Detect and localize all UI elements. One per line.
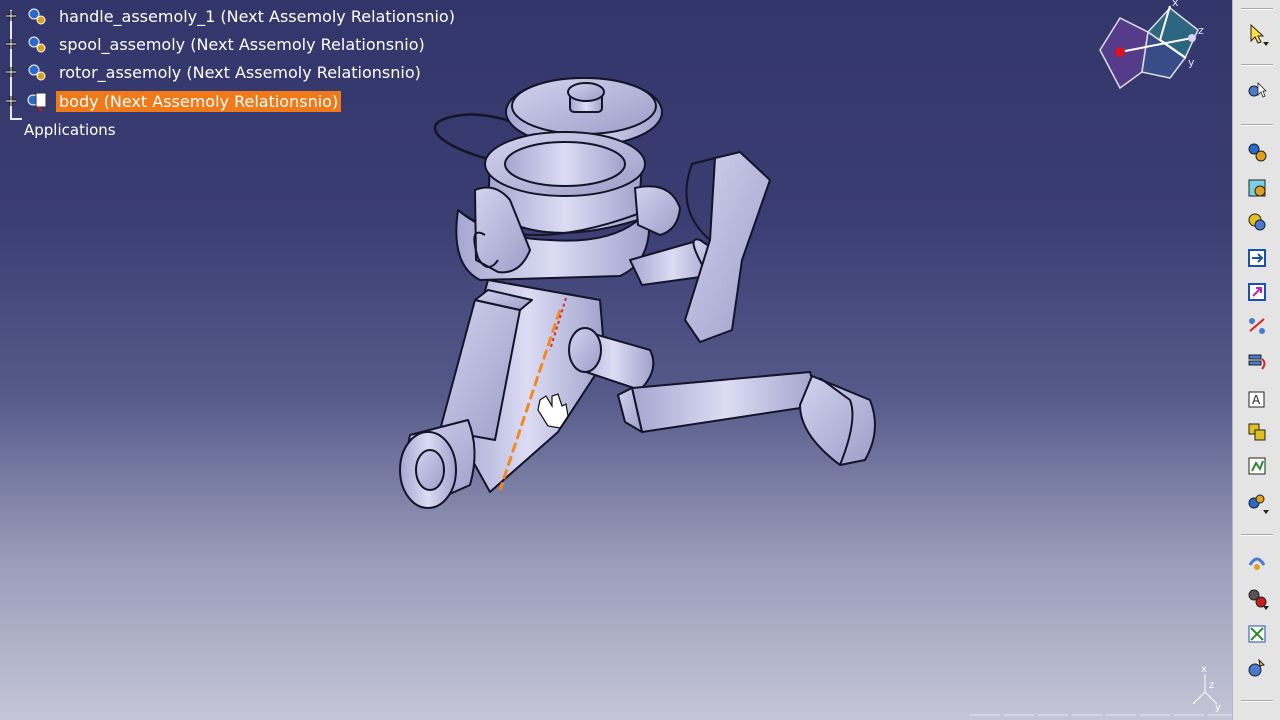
selective-load-icon[interactable] bbox=[1243, 348, 1271, 376]
tree-item-label: rotor_assemoly (Next Assemoly Relationsn… bbox=[59, 63, 421, 82]
tree-branch-line bbox=[10, 118, 22, 120]
tree-item-label: body (Next Assemoly Relationsnio) bbox=[56, 91, 342, 112]
svg-text:z: z bbox=[1209, 680, 1214, 691]
fishing-reel-model[interactable] bbox=[380, 60, 900, 530]
part-document-icon bbox=[27, 92, 47, 112]
generate-numbering-icon[interactable] bbox=[1243, 312, 1271, 340]
right-toolbar: A bbox=[1232, 0, 1280, 720]
stop-manipulate-on-clash-icon[interactable] bbox=[1243, 620, 1271, 648]
explode-icon[interactable] bbox=[1243, 584, 1271, 612]
select-arrow-icon[interactable] bbox=[1243, 20, 1271, 48]
graph-tree-reordering-icon[interactable] bbox=[1243, 278, 1271, 306]
toolbar-separator bbox=[1241, 64, 1273, 66]
toolbar-separator bbox=[1241, 8, 1273, 10]
manipulation-icon[interactable] bbox=[1243, 488, 1271, 516]
product-gear-icon bbox=[28, 36, 46, 53]
compass-icon[interactable]: x y z bbox=[1090, 0, 1220, 100]
tree-item-label: handle_assemoly_1 (Next Assemoly Relatio… bbox=[59, 7, 455, 26]
toolbar-separator bbox=[1241, 124, 1273, 126]
toolbar-separator bbox=[1241, 700, 1273, 702]
3d-viewport[interactable]: handle_assemoly_1 (Next Assemoly Relatio… bbox=[0, 0, 1232, 720]
fast-multi-instantiation-icon[interactable] bbox=[1243, 452, 1271, 480]
fly-mode-icon[interactable] bbox=[1243, 76, 1271, 104]
existing-component-positioning-icon[interactable] bbox=[1243, 208, 1271, 236]
update-icon[interactable] bbox=[1243, 654, 1271, 682]
snap-icon[interactable] bbox=[1243, 548, 1271, 576]
product-gear-icon bbox=[28, 8, 46, 25]
svg-text:x: x bbox=[1172, 0, 1179, 9]
expand-plus-icon[interactable] bbox=[4, 9, 18, 23]
tree-item-label: spool_assemoly (Next Assemoly Relationsn… bbox=[59, 35, 425, 54]
expand-plus-icon[interactable] bbox=[4, 94, 18, 108]
multi-instantiation-icon[interactable] bbox=[1243, 418, 1271, 446]
manage-representations-icon[interactable]: A bbox=[1243, 384, 1271, 412]
toolbar-separator bbox=[1241, 534, 1273, 536]
product-components-icon[interactable] bbox=[1243, 138, 1271, 166]
svg-text:z: z bbox=[1198, 24, 1204, 37]
svg-text:x: x bbox=[1201, 664, 1207, 675]
svg-text:A: A bbox=[1252, 393, 1261, 407]
status-strip bbox=[970, 714, 1232, 716]
expand-plus-icon[interactable] bbox=[4, 37, 18, 51]
axis-indicator-icon: x y z bbox=[1192, 664, 1221, 712]
svg-text:y: y bbox=[1215, 702, 1221, 712]
existing-component-icon[interactable] bbox=[1243, 174, 1271, 202]
replace-component-icon[interactable] bbox=[1243, 244, 1271, 272]
product-gear-icon bbox=[28, 64, 46, 81]
expand-plus-icon[interactable] bbox=[4, 65, 18, 79]
applications-node[interactable]: Applications bbox=[24, 121, 116, 139]
svg-text:y: y bbox=[1188, 56, 1195, 69]
